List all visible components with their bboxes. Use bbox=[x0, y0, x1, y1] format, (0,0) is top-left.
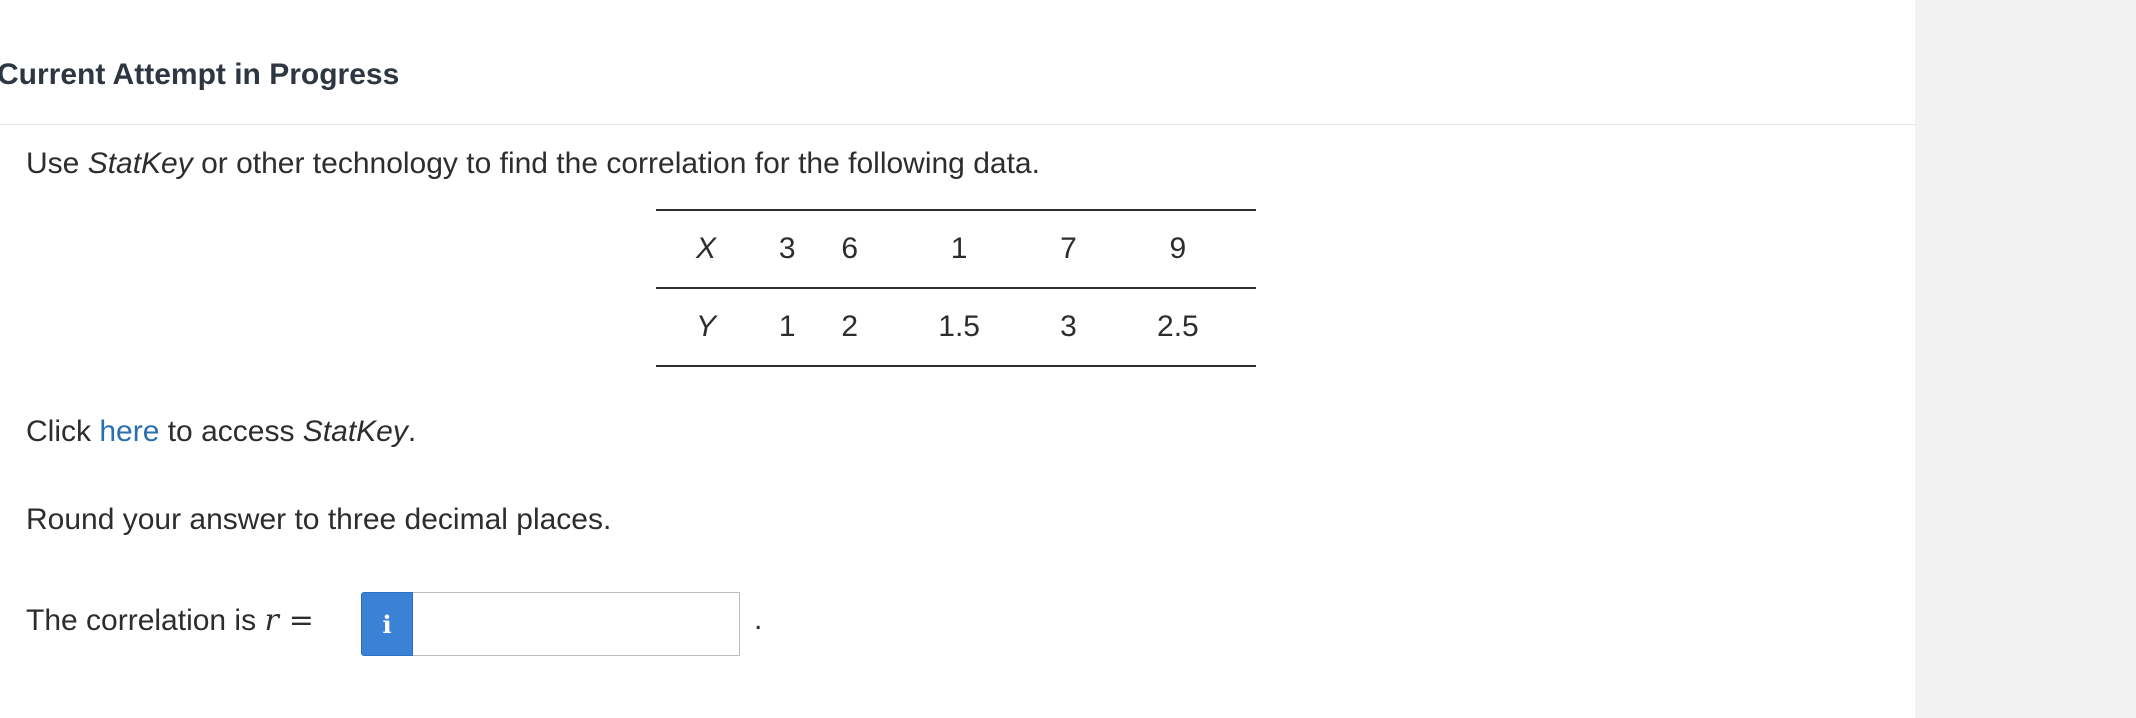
table-cell: 7 bbox=[1037, 209, 1100, 289]
data-table: X 3 6 1 7 9 Y 1 2 1.5 3 2.5 bbox=[656, 209, 1256, 367]
access-post: . bbox=[407, 415, 417, 448]
table-cell: 9 bbox=[1099, 209, 1256, 289]
statkey-access-text: Click here to access StatKey. bbox=[26, 415, 416, 449]
table-cell: 6 bbox=[818, 209, 881, 289]
row-label-y: Y bbox=[656, 288, 756, 367]
right-sidebar bbox=[1915, 0, 2136, 718]
equals-sign: = bbox=[288, 603, 314, 638]
instruction-post: or other technology to find the correlat… bbox=[192, 147, 1040, 180]
r-variable: r bbox=[264, 603, 279, 638]
table-cell: 2.5 bbox=[1099, 288, 1256, 367]
instruction-pre: Use bbox=[26, 147, 88, 180]
access-pre: Click bbox=[26, 415, 100, 448]
header-divider bbox=[0, 124, 1915, 125]
question-instruction: Use StatKey or other technology to find … bbox=[26, 147, 1040, 181]
table-row-y: Y 1 2 1.5 3 2.5 bbox=[656, 288, 1256, 367]
table-cell: 1 bbox=[756, 288, 819, 367]
table-cell: 3 bbox=[1037, 288, 1100, 367]
table-cell: 1 bbox=[881, 209, 1038, 289]
info-icon: i bbox=[382, 609, 392, 639]
answer-label: The correlation is r = bbox=[26, 603, 314, 638]
answer-input[interactable] bbox=[413, 592, 740, 656]
answer-suffix: . bbox=[754, 603, 763, 636]
statkey-name: StatKey bbox=[87, 147, 193, 180]
question-panel: Current Attempt in Progress Use StatKey … bbox=[0, 0, 1915, 718]
info-button[interactable]: i bbox=[361, 592, 413, 656]
statkey-link[interactable]: here bbox=[99, 415, 159, 448]
page-title: Current Attempt in Progress bbox=[0, 58, 400, 91]
statkey-name: StatKey bbox=[302, 415, 408, 448]
table-cell: 1.5 bbox=[881, 288, 1038, 367]
row-label-x: X bbox=[656, 209, 756, 289]
rounding-instruction: Round your answer to three decimal place… bbox=[26, 503, 612, 536]
answer-label-text: The correlation is bbox=[26, 604, 265, 637]
table-cell: 3 bbox=[756, 209, 819, 289]
table-cell: 2 bbox=[818, 288, 881, 367]
table-row-x: X 3 6 1 7 9 bbox=[656, 209, 1256, 289]
access-mid: to access bbox=[159, 415, 303, 448]
